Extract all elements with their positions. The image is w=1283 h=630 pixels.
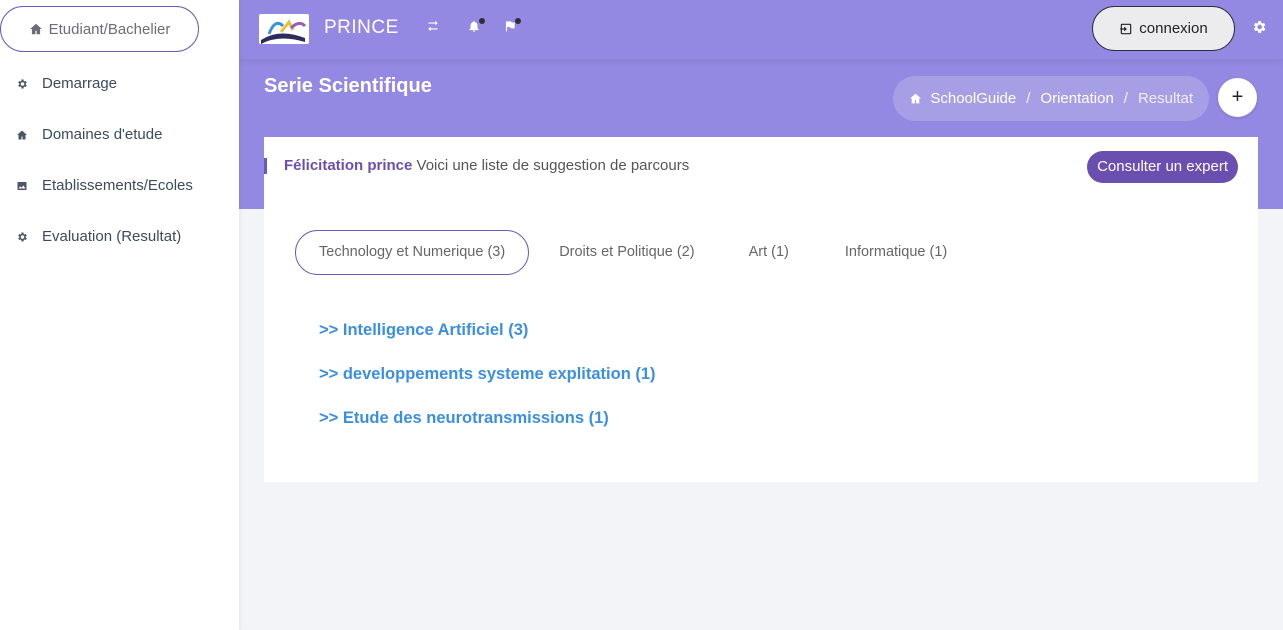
tab-informatique[interactable]: Informatique (1) [821,230,971,275]
settings-gear-icon[interactable] [1251,19,1267,35]
sidebar-item-label: Demarrage [42,75,118,92]
result-link[interactable]: >> Etude des neurotransmissions (1) [319,409,656,453]
greeting-name: Félicitation prince [284,157,413,174]
greeting-text: Voici une liste de suggestion de parcour… [412,157,690,174]
gear-icon [18,232,27,241]
category-tabs: Technology et Numerique (3) Droits et Po… [295,230,977,275]
swap-icon[interactable] [426,19,444,37]
app-logo[interactable] [259,14,309,44]
flag-icon[interactable] [503,18,521,37]
flag-dot [515,18,521,24]
breadcrumb: SchoolGuide / Orientation / Resultat [893,76,1209,121]
breadcrumb-separator: / [1123,90,1128,107]
breadcrumb-item-resultat: Resultat [1137,90,1193,107]
logo-graphic [261,19,307,44]
connexion-button[interactable]: connexion [1092,6,1235,51]
top-bar: PRINCE connexion [239,0,1283,59]
home-icon [17,130,27,139]
sidebar-item-label: Domaines d'etude [42,126,163,143]
result-link[interactable]: >> Intelligence Artificiel (3) [319,321,656,365]
sidebar: Etudiant/Bachelier Demarrage Domaines d'… [0,0,239,630]
image-icon [17,181,27,190]
sidebar-item-demarrage[interactable]: Demarrage [0,58,239,109]
sidebar-item-domaines[interactable]: Domaines d'etude [0,109,239,160]
home-icon [29,23,42,35]
sidebar-item-evaluation[interactable]: Evaluation (Resultat) [0,211,239,262]
breadcrumb-item-schoolguide[interactable]: SchoolGuide [930,90,1016,107]
breadcrumb-item-orientation[interactable]: Orientation [1040,90,1113,107]
page-title: Serie Scientifique [264,75,432,97]
sidebar-nav: Demarrage Domaines d'etude Etablissement… [0,58,239,262]
sidebar-item-etablissements[interactable]: Etablissements/Ecoles [0,160,239,211]
result-link[interactable]: >> developpements systeme explitation (1… [319,365,656,409]
tab-technology[interactable]: Technology et Numerique (3) [295,230,530,275]
connexion-label: connexion [1139,20,1208,37]
gear-icon [18,79,27,88]
add-button[interactable]: + [1218,78,1257,117]
login-icon [1120,23,1132,34]
consult-expert-button[interactable]: Consulter un expert [1087,151,1238,183]
bell-icon[interactable] [467,18,485,37]
tab-art[interactable]: Art (1) [725,230,813,275]
results-card: Félicitation prince Voici une liste de s… [264,137,1258,482]
role-label: Etudiant/Bachelier [48,20,171,38]
results-list: >> Intelligence Artificiel (3) >> develo… [319,321,656,453]
home-icon [910,93,922,104]
sidebar-item-label: Evaluation (Resultat) [42,228,182,245]
role-selector-button[interactable]: Etudiant/Bachelier [0,6,199,52]
notification-dot [479,18,485,24]
tab-droits[interactable]: Droits et Politique (2) [535,230,718,275]
brand-name: PRINCE [324,17,399,38]
breadcrumb-separator: / [1026,90,1031,107]
sidebar-item-label: Etablissements/Ecoles [42,177,193,194]
greeting-message: Félicitation prince Voici une liste de s… [264,158,689,174]
